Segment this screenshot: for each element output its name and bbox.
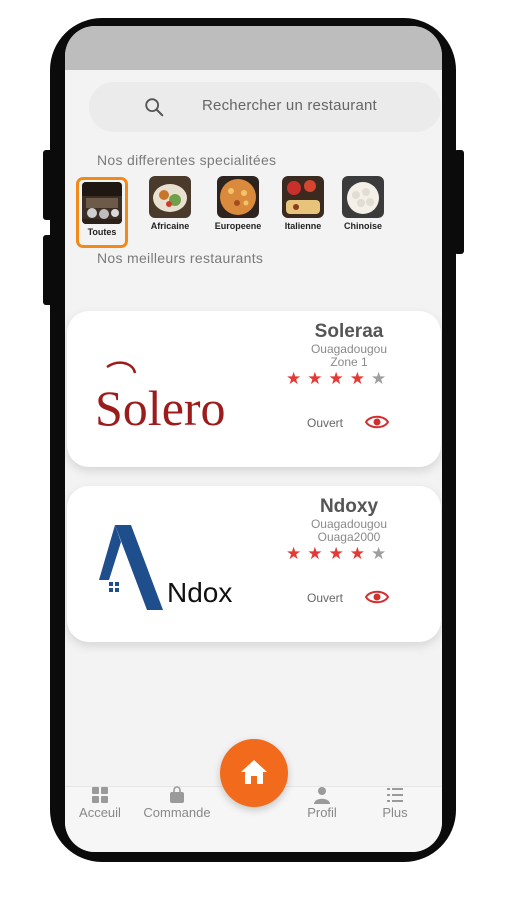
star-icon: ★ [349, 369, 371, 388]
nav-item-plus[interactable]: Plus [370, 786, 420, 820]
home-button[interactable] [220, 739, 288, 807]
star-icon: ★ [371, 544, 393, 563]
eye-icon[interactable] [365, 589, 389, 605]
list-icon [387, 788, 403, 802]
restaurant-zone: Ouaga2000 [317, 530, 381, 544]
category-label: Chinoise [343, 221, 382, 231]
bag-icon [170, 786, 184, 803]
category-label: Toutes [87, 227, 117, 237]
search-input[interactable]: Rechercher un restaurant [202, 97, 377, 114]
star-icon: ★ [286, 369, 308, 388]
category-africaine[interactable]: Africaine [144, 176, 196, 231]
logo-text: Solero [95, 380, 226, 436]
restaurant-card[interactable]: Solero Soleraa Ouagadougou Zone 1 ★★★★★ … [67, 311, 441, 467]
restaurant-name: Soleraa [314, 321, 384, 342]
restaurant-card[interactable]: Ndox Ndoxy Ouagadougou Ouaga2000 ★★★★★ O… [67, 486, 441, 642]
star-icon: ★ [349, 544, 371, 563]
nav-item-acceuil[interactable]: Acceuil [75, 786, 125, 820]
category-europeene-image [217, 176, 259, 218]
nav-label: Acceuil [79, 805, 121, 820]
nav-label: Plus [382, 805, 408, 820]
category-italienne-image [282, 176, 324, 218]
eye-icon[interactable] [365, 414, 389, 430]
star-icon: ★ [328, 544, 350, 563]
category-label: Europeene [214, 221, 262, 231]
nav-item-profil[interactable]: Profil [297, 786, 347, 820]
rating-stars: ★★★★★ [286, 369, 392, 389]
category-toutes-image [82, 182, 122, 224]
user-icon [314, 787, 330, 804]
specialties-title: Nos differentes specialitées [97, 152, 277, 168]
restaurant-logo: Solero [85, 325, 255, 455]
star-icon: ★ [307, 544, 329, 563]
nav-label: Profil [307, 805, 337, 820]
category-toutes[interactable]: Toutes [76, 177, 128, 248]
category-africaine-image [149, 176, 191, 218]
search-icon [145, 98, 164, 117]
status-bar [65, 26, 442, 70]
grid-icon [92, 787, 108, 803]
nav-item-commande[interactable]: Commande [137, 786, 217, 820]
nav-label: Commande [143, 805, 211, 820]
star-icon: ★ [286, 544, 308, 563]
category-italienne[interactable]: Italienne [277, 176, 329, 231]
home-icon [241, 760, 267, 784]
category-label: Italienne [284, 221, 322, 231]
star-icon: ★ [328, 369, 350, 388]
category-chinoise[interactable]: Chinoise [337, 176, 389, 231]
restaurant-name: Ndoxy [319, 496, 379, 517]
star-icon: ★ [371, 369, 393, 388]
open-status: Ouvert [307, 591, 344, 605]
restaurant-logo: Ndox [85, 500, 255, 630]
star-icon: ★ [307, 369, 329, 388]
best-restaurants-title: Nos meilleurs restaurants [97, 250, 264, 266]
restaurant-zone: Zone 1 [330, 355, 368, 369]
category-chinoise-image [342, 176, 384, 218]
rating-stars: ★★★★★ [286, 544, 392, 564]
open-status: Ouvert [307, 416, 344, 430]
search-bar[interactable]: Rechercher un restaurant [89, 82, 441, 132]
logo-text: Ndox [167, 577, 232, 608]
category-europeene[interactable]: Europeene [212, 176, 264, 231]
app-screen: Rechercher un restaurant Nos differentes… [65, 26, 442, 852]
category-label: Africaine [150, 221, 190, 231]
